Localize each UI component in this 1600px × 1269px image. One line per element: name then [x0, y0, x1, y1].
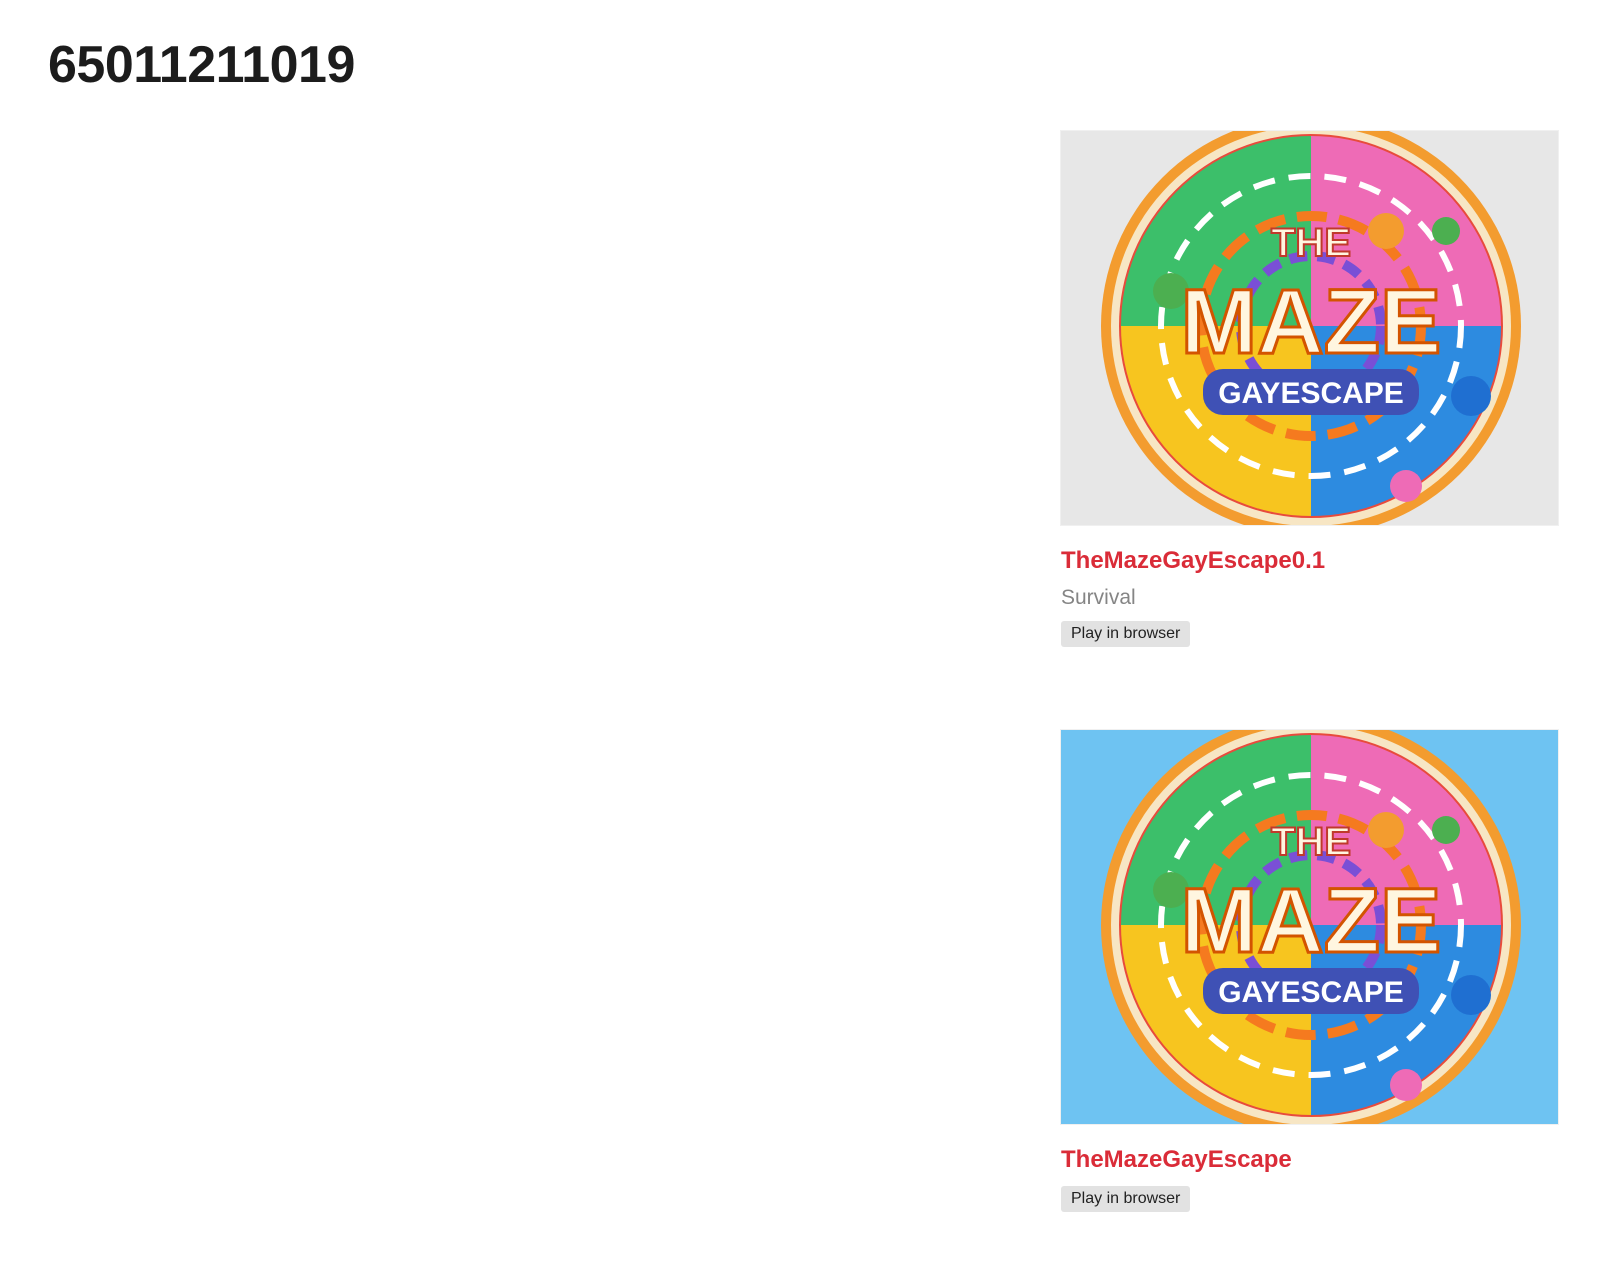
web-platform-tag: Play in browser: [1061, 621, 1191, 647]
game-cell: THE MAZE GAYESCAPE TheMazeGayEscape Play…: [1061, 730, 1558, 1212]
web-platform-tag: Play in browser: [1061, 1186, 1191, 1212]
svg-text:THE: THE: [1271, 820, 1351, 864]
game-title-link[interactable]: TheMazeGayEscape: [1061, 1146, 1558, 1174]
svg-text:THE: THE: [1271, 221, 1351, 265]
game-thumbnail-image: THE MAZE GAYESCAPE: [1061, 131, 1558, 525]
svg-text:MAZE: MAZE: [1181, 271, 1442, 373]
page-title: 65011211019: [48, 36, 355, 94]
game-thumbnail-link[interactable]: THE MAZE GAYESCAPE: [1061, 730, 1558, 1124]
svg-text:MAZE: MAZE: [1181, 870, 1442, 972]
game-title-link[interactable]: TheMazeGayEscape0.1: [1061, 547, 1558, 575]
game-genre: Survival: [1061, 586, 1136, 609]
game-thumbnail-link[interactable]: THE MAZE GAYESCAPE: [1061, 131, 1558, 525]
game-thumbnail-image: THE MAZE GAYESCAPE: [1061, 730, 1558, 1124]
svg-text:GAYESCAPE: GAYESCAPE: [1218, 377, 1404, 410]
svg-text:GAYESCAPE: GAYESCAPE: [1218, 976, 1404, 1009]
page: 65011211019 THE MAZE GAYESCAPE TheMazeGa…: [0, 0, 1600, 1269]
game-cell: THE MAZE GAYESCAPE TheMazeGayEscape0.1 S…: [1061, 131, 1558, 647]
